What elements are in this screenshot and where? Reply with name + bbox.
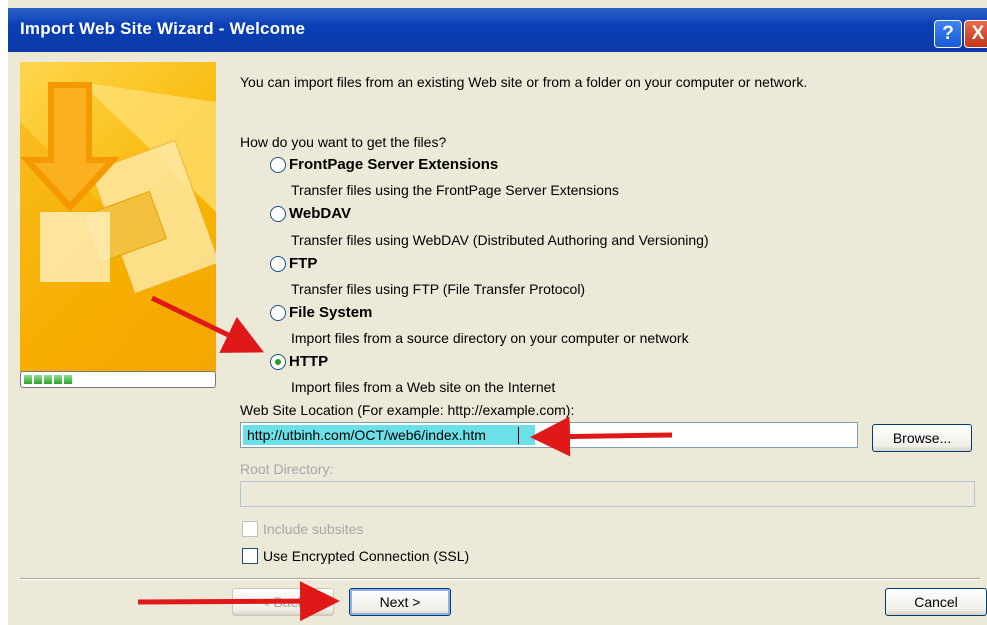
radio-ftp[interactable] bbox=[270, 256, 286, 272]
option-description: Transfer files using FTP (File Transfer … bbox=[291, 281, 586, 297]
text-caret bbox=[518, 427, 519, 444]
option-label: File System bbox=[289, 304, 373, 321]
include-subsites-checkbox[interactable] bbox=[242, 521, 258, 537]
wizard-graphic bbox=[20, 62, 216, 372]
wizard-progress bbox=[20, 371, 216, 388]
option-label: WebDAV bbox=[289, 205, 351, 222]
location-value: http://utbinh.com/OCT/web6/index.htm bbox=[247, 427, 486, 443]
radio-http[interactable] bbox=[270, 354, 286, 370]
option-label: HTTP bbox=[289, 353, 329, 370]
wizard-window: Import Web Site Wizard - Welcome ? X You… bbox=[8, 0, 987, 625]
option-description: Transfer files using WebDAV (Distributed… bbox=[291, 232, 709, 248]
button-separator bbox=[20, 578, 980, 580]
option-description: Import files from a source directory on … bbox=[291, 330, 689, 346]
progress-fill bbox=[24, 375, 72, 384]
option-label: FrontPage Server Extensions bbox=[289, 156, 499, 173]
progress-block bbox=[44, 375, 52, 384]
radio-webdav[interactable] bbox=[270, 206, 286, 222]
root-directory-input[interactable] bbox=[240, 481, 975, 507]
location-label: Web Site Location (For example: http://e… bbox=[240, 402, 575, 418]
close-button[interactable]: X bbox=[964, 20, 987, 48]
cancel-button[interactable]: Cancel bbox=[885, 588, 987, 616]
ssl-label: Use Encrypted Connection (SSL) bbox=[263, 548, 470, 564]
window-title: Import Web Site Wizard - Welcome bbox=[20, 19, 306, 38]
back-button[interactable]: < Back bbox=[232, 588, 334, 616]
title-bar: Import Web Site Wizard - Welcome ? X bbox=[8, 8, 987, 52]
option-label: FTP bbox=[289, 255, 318, 272]
progress-block bbox=[34, 375, 42, 384]
dialog-body: You can import files from an existing We… bbox=[8, 52, 987, 625]
question-text: How do you want to get the files? bbox=[240, 134, 447, 150]
location-input[interactable]: http://utbinh.com/OCT/web6/index.htm bbox=[240, 422, 858, 448]
progress-block bbox=[64, 375, 72, 384]
help-button[interactable]: ? bbox=[934, 20, 962, 48]
intro-text: You can import files from an existing We… bbox=[240, 74, 808, 90]
ssl-checkbox[interactable] bbox=[242, 548, 258, 564]
next-button[interactable]: Next > bbox=[349, 588, 451, 616]
progress-block bbox=[24, 375, 32, 384]
option-description: Import files from a Web site on the Inte… bbox=[291, 379, 556, 395]
progress-block bbox=[54, 375, 62, 384]
radio-file-system[interactable] bbox=[270, 305, 286, 321]
root-directory-label: Root Directory: bbox=[240, 461, 334, 477]
option-description: Transfer files using the FrontPage Serve… bbox=[291, 182, 619, 198]
include-subsites-label: Include subsites bbox=[263, 521, 364, 537]
browse-button[interactable]: Browse... bbox=[872, 424, 972, 452]
radio-frontpage[interactable] bbox=[270, 157, 286, 173]
